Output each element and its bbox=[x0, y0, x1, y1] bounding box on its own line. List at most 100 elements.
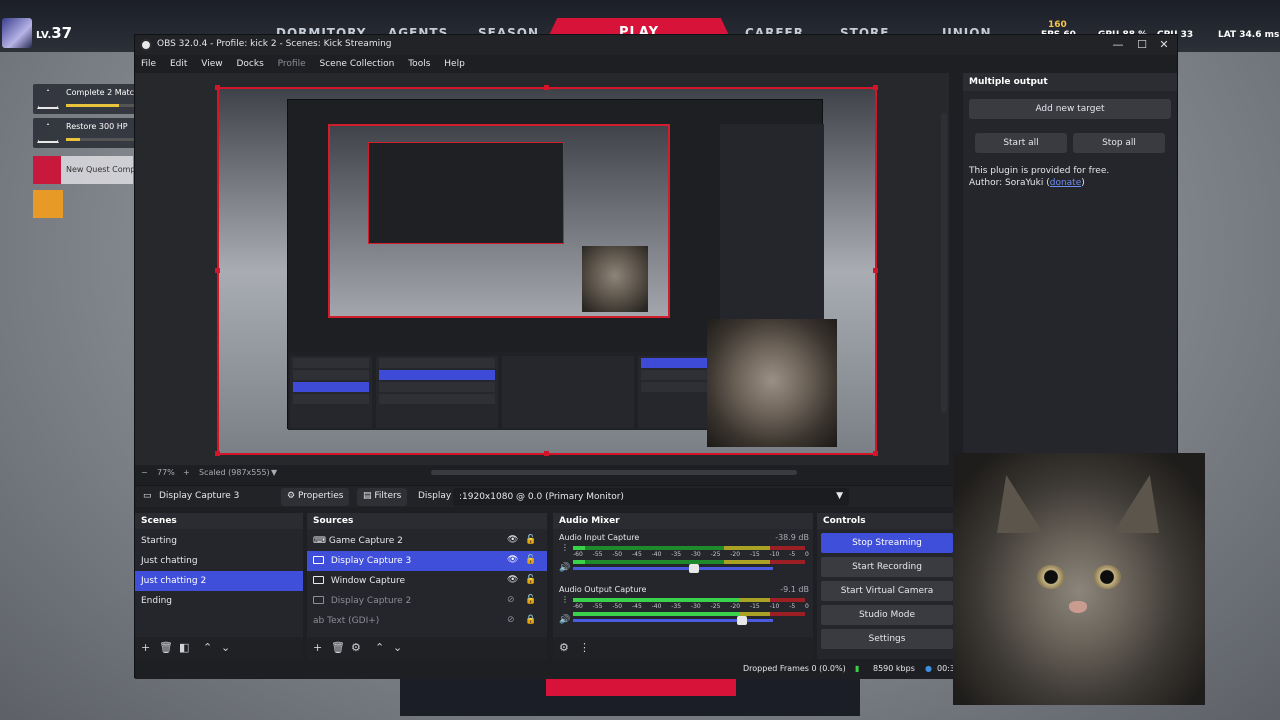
scene-item[interactable]: Starting bbox=[135, 531, 303, 551]
menu-view[interactable]: View bbox=[195, 55, 227, 69]
lock-icon[interactable]: 🔒 bbox=[525, 615, 536, 625]
volume-slider[interactable] bbox=[573, 616, 773, 625]
move-down-icon[interactable]: ⌄ bbox=[221, 641, 230, 654]
scale-readout: Scaled (987x555) bbox=[199, 468, 270, 477]
scene-item[interactable]: Just chatting bbox=[135, 551, 303, 571]
db-tick-label: -40 bbox=[651, 551, 662, 558]
stop-all-button[interactable]: Stop all bbox=[1073, 133, 1165, 153]
menu-file[interactable]: File bbox=[135, 55, 161, 69]
nested-preview bbox=[328, 124, 670, 318]
menu-scene-collection[interactable]: Scene Collection bbox=[314, 55, 400, 69]
tools-badge-icon[interactable] bbox=[33, 190, 63, 218]
resize-handle[interactable] bbox=[544, 451, 549, 456]
preview-canvas[interactable] bbox=[217, 87, 877, 455]
zoom-in-button[interactable]: + bbox=[183, 468, 190, 477]
resize-handle[interactable] bbox=[873, 268, 878, 273]
db-tick-label: -10 bbox=[769, 551, 780, 558]
channel-db: -9.1 dB bbox=[780, 585, 809, 594]
quest-card[interactable]: Restore 300 HP bbox=[33, 118, 137, 148]
mixer-menu-icon[interactable]: ⋮ bbox=[579, 641, 590, 654]
minimize-icon[interactable]: — bbox=[1105, 37, 1131, 53]
stop-streaming-button[interactable]: Stop Streaming bbox=[821, 533, 953, 553]
unlock-icon[interactable]: 🔓 bbox=[525, 555, 536, 565]
menu-profile[interactable]: Profile bbox=[272, 55, 311, 69]
db-tick-label: 0 bbox=[805, 603, 809, 610]
hidden-eye-icon[interactable]: ⊘ bbox=[507, 615, 515, 625]
mixer-channel: Audio Input Capture -38.9 dB ⋮ -60 -55 -50… bbox=[559, 533, 813, 577]
source-settings-icon[interactable]: ⚙ bbox=[351, 641, 361, 654]
donate-link[interactable]: donate bbox=[1050, 178, 1082, 188]
visibility-eye-icon[interactable]: 👁 bbox=[507, 575, 518, 585]
new-quest-notice[interactable]: New Quest Comp bbox=[33, 156, 135, 184]
gamepad-icon: ⌨ bbox=[313, 536, 326, 546]
menu-edit[interactable]: Edit bbox=[164, 55, 192, 69]
title-bar[interactable]: OBS 32.0.4 - Profile: kick 2 - Scenes: K… bbox=[135, 35, 1177, 55]
settings-button[interactable]: Settings bbox=[821, 629, 953, 649]
channel-menu-icon[interactable]: ⋮ bbox=[561, 595, 569, 604]
source-name: Text (GDI+) bbox=[327, 616, 380, 626]
stream-status-icon: ● bbox=[925, 664, 932, 673]
source-toolbar: ▭ Display Capture 3 ⚙ Properties ▤ Filte… bbox=[135, 485, 955, 507]
resize-handle[interactable] bbox=[215, 451, 220, 456]
source-item[interactable]: Window Capture 👁 🔓 bbox=[307, 571, 547, 591]
move-down-icon[interactable]: ⌄ bbox=[393, 641, 402, 654]
controls-dock: Controls Stop Streaming Start Recording … bbox=[817, 513, 957, 659]
remove-source-icon[interactable]: 🗑 bbox=[331, 641, 345, 654]
move-up-icon[interactable]: ⌃ bbox=[375, 641, 384, 654]
scene-filters-icon[interactable]: ◧ bbox=[179, 641, 189, 654]
close-icon[interactable]: ✕ bbox=[1151, 37, 1177, 53]
visibility-eye-icon[interactable]: 👁 bbox=[507, 555, 518, 565]
menu-tools[interactable]: Tools bbox=[402, 55, 435, 69]
resize-handle[interactable] bbox=[215, 85, 220, 90]
move-up-icon[interactable]: ⌃ bbox=[203, 641, 212, 654]
preview-area[interactable] bbox=[135, 73, 949, 465]
chevron-down-icon: ▼ bbox=[836, 491, 843, 501]
preview-vertical-scrollbar[interactable] bbox=[941, 113, 947, 413]
game-start-button[interactable] bbox=[546, 676, 736, 696]
preview-horizontal-scrollbar[interactable] bbox=[431, 470, 797, 475]
speaker-icon[interactable]: 🔊 bbox=[559, 615, 570, 625]
resize-handle[interactable] bbox=[215, 268, 220, 273]
scene-item[interactable]: Just chatting 2 bbox=[135, 571, 303, 591]
zoom-out-button[interactable]: − bbox=[141, 468, 148, 477]
quest-badge-icon bbox=[33, 156, 61, 184]
source-item[interactable]: Display Capture 2 ⊘ 🔓 bbox=[307, 591, 547, 611]
volume-slider[interactable] bbox=[573, 564, 773, 573]
mixer-settings-icon[interactable]: ⚙ bbox=[559, 641, 569, 654]
filters-button[interactable]: ▤ Filters bbox=[357, 488, 408, 506]
dropped-frames: Dropped Frames 0 (0.0%) bbox=[743, 664, 846, 673]
start-virtual-camera-button[interactable]: Start Virtual Camera bbox=[821, 581, 953, 601]
resize-handle[interactable] bbox=[873, 85, 878, 90]
source-item[interactable]: Display Capture 3 👁 🔓 bbox=[307, 551, 547, 571]
channel-menu-icon[interactable]: ⋮ bbox=[561, 543, 569, 552]
unlock-icon[interactable]: 🔓 bbox=[525, 535, 536, 545]
db-scale: -60 -55 -50 -45 -40 -35 -30 -25 -20 -15 -10 -5 0 bbox=[573, 551, 809, 558]
add-scene-icon[interactable]: + bbox=[141, 641, 150, 654]
unlock-icon[interactable]: 🔓 bbox=[525, 595, 536, 605]
db-tick-label: -20 bbox=[730, 603, 741, 610]
add-source-icon[interactable]: + bbox=[313, 641, 322, 654]
add-target-button[interactable]: Add new target bbox=[969, 99, 1171, 119]
source-item[interactable]: ⌨ Game Capture 2 👁 🔓 bbox=[307, 531, 547, 551]
speaker-icon[interactable]: 🔊 bbox=[559, 563, 570, 573]
visibility-eye-icon[interactable]: 👁 bbox=[507, 535, 518, 545]
nested-mixer bbox=[502, 356, 634, 428]
quest-card[interactable]: Complete 2 Match bbox=[33, 84, 139, 114]
unlock-icon[interactable]: 🔓 bbox=[525, 575, 536, 585]
scene-item[interactable]: Ending bbox=[135, 591, 303, 611]
source-item[interactable]: ab Text (GDI+) ⊘ 🔒 bbox=[307, 611, 547, 631]
properties-button[interactable]: ⚙ Properties bbox=[281, 488, 350, 506]
hidden-eye-icon[interactable]: ⊘ bbox=[507, 595, 515, 605]
source-name: Window Capture bbox=[330, 576, 406, 586]
scale-dropdown-icon[interactable]: ▼ bbox=[271, 468, 277, 477]
start-all-button[interactable]: Start all bbox=[975, 133, 1067, 153]
studio-mode-button[interactable]: Studio Mode bbox=[821, 605, 953, 625]
resize-handle[interactable] bbox=[544, 85, 549, 90]
channel-name: Audio Input Capture bbox=[559, 533, 640, 542]
start-recording-button[interactable]: Start Recording bbox=[821, 557, 953, 577]
remove-scene-icon[interactable]: 🗑 bbox=[159, 641, 173, 654]
display-select[interactable]: :1920x1080 @ 0.0 (Primary Monitor) ▼ bbox=[453, 488, 849, 506]
menu-docks[interactable]: Docks bbox=[230, 55, 268, 69]
menu-help[interactable]: Help bbox=[438, 55, 470, 69]
resize-handle[interactable] bbox=[873, 451, 878, 456]
